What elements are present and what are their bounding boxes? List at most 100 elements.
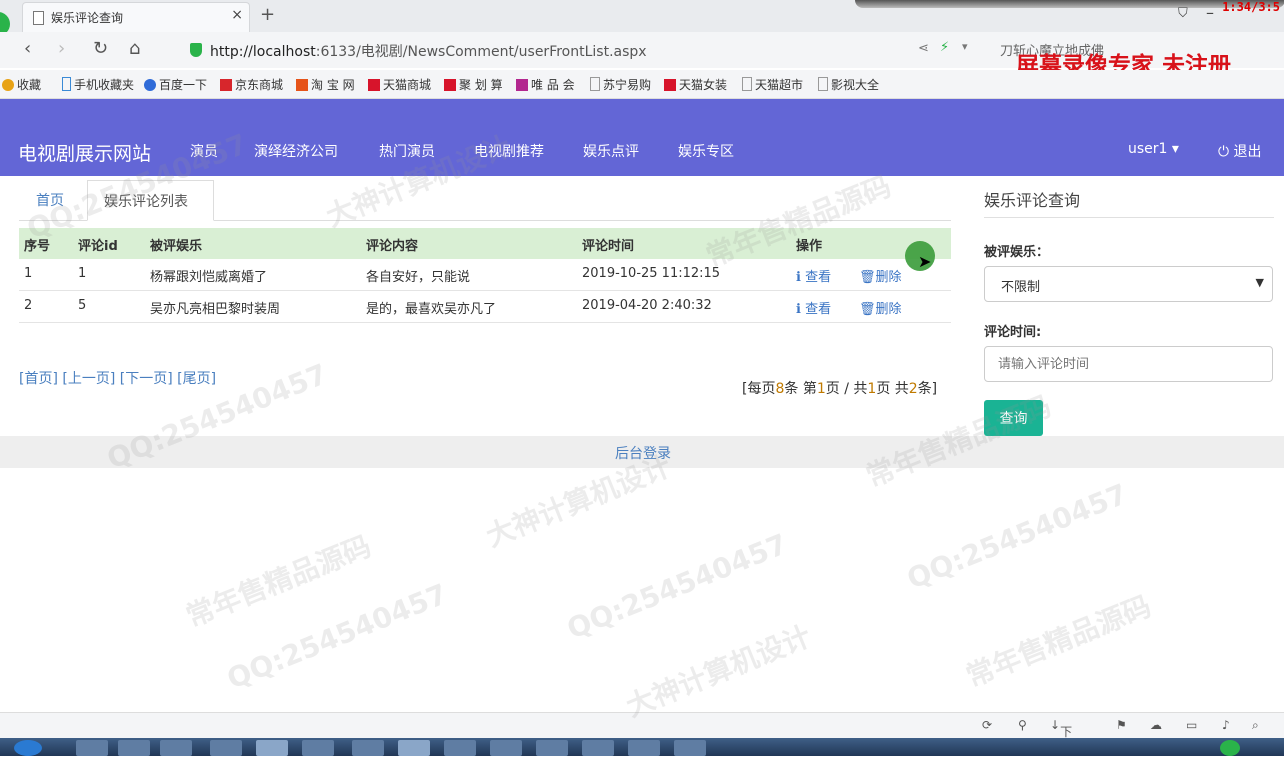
view-link[interactable]: ℹ 查看 [796, 266, 831, 285]
taskbar-app-5[interactable] [444, 740, 476, 756]
nav-ent-zone[interactable]: 娱乐专区 [678, 141, 734, 161]
user-menu[interactable]: user1 ▾ [1128, 141, 1179, 157]
chevron-down-icon: ▼ [1255, 276, 1264, 289]
taskbar-app-explorer[interactable] [118, 740, 150, 756]
delete-link[interactable]: 🗑删除 [859, 266, 902, 285]
bookmark-item[interactable]: 聚 划 算 [444, 76, 503, 93]
nav-agencies[interactable]: 演绎经济公司 [254, 141, 338, 161]
bookmark-item[interactable]: 收藏 [2, 76, 41, 93]
minimize-icon[interactable]: – [1206, 3, 1214, 22]
tab-close-icon[interactable]: × [231, 7, 243, 23]
pager: [首页] [上一页] [下一页] [尾页] [19, 368, 216, 388]
nav-hot-actors[interactable]: 热门演员 [379, 141, 435, 161]
bookmarks-bar: 收藏 手机收藏夹 百度一下 京东商城 淘 宝 网 天猫商城 聚 划 算 唯 品 … [0, 70, 1284, 99]
new-tab-button[interactable]: + [260, 4, 275, 25]
flag-icon[interactable]: ⚑ [1116, 718, 1127, 732]
taskbar-app-player[interactable] [160, 740, 192, 756]
juhuasuan-icon [444, 79, 456, 91]
taskbar-app-ie[interactable] [76, 740, 108, 756]
share-icon[interactable]: ⋖ [918, 41, 929, 56]
pager-first[interactable]: [首页] [19, 371, 58, 387]
home-icon[interactable]: ⌂ [129, 38, 140, 59]
pin-icon[interactable]: ⚲ [1018, 718, 1027, 732]
target-select[interactable]: 不限制 ▼ [984, 266, 1273, 302]
reload-icon[interactable]: ↻ [93, 38, 108, 59]
lightning-icon[interactable]: ⚡ [940, 40, 949, 55]
nav-tv-recommend[interactable]: 电视剧推荐 [474, 141, 544, 161]
taskbar-app-6[interactable] [490, 740, 522, 756]
taskbar-app-10[interactable] [674, 740, 706, 756]
cell-time: 2019-04-20 2:40:32 [582, 298, 712, 313]
chevron-down-icon[interactable]: ▾ [962, 40, 968, 53]
taskbar-app-7[interactable] [536, 740, 568, 756]
download-button[interactable]: ↓ 下载 [1050, 718, 1072, 756]
taskbar-app-1[interactable] [210, 740, 242, 756]
bookmark-item[interactable]: 唯 品 会 [516, 76, 575, 93]
nav-actors[interactable]: 演员 [190, 141, 218, 161]
tab-home[interactable]: 首页 [36, 190, 64, 210]
browser-status-bar: ⟳ ⚲ ↓ 下载 ⚑ ☁ ▭ ♪ ⌕ [0, 712, 1284, 756]
cloud-icon[interactable]: ☁ [1150, 718, 1162, 732]
watermark-text: 大神计算机设计 [621, 619, 816, 724]
cell-time: 2019-10-25 11:12:15 [582, 266, 721, 281]
taskbar-app-8[interactable] [582, 740, 614, 756]
col-time: 评论时间 [582, 239, 635, 254]
bookmark-item[interactable]: 京东商城 [220, 76, 283, 93]
speaker-icon[interactable]: ♪ [1222, 718, 1230, 732]
bookmark-item[interactable]: 天猫商城 [368, 76, 431, 93]
col-index: 序号 [24, 239, 51, 254]
window-icon[interactable]: ▭ [1186, 718, 1197, 732]
refresh-icon[interactable]: ⟳ [982, 718, 992, 732]
col-target: 被评娱乐 [150, 239, 203, 254]
logout-link[interactable]: ⏻ 退出 [1218, 141, 1262, 161]
back-button[interactable]: ‹ [24, 38, 31, 59]
address-bar[interactable]: http://localhost:6133/电视剧/NewsComment/us… [182, 37, 902, 63]
power-icon: ⏻ [1218, 144, 1230, 160]
browser-tab[interactable]: 娱乐评论查询 × [22, 2, 250, 32]
start-button[interactable] [14, 740, 42, 756]
bookmark-item[interactable]: 百度一下 [144, 76, 207, 93]
page-info: [每页8条 第1页 / 共1页 共2条] [742, 381, 938, 397]
admin-login-link[interactable]: 后台登录 [615, 443, 671, 463]
taskbar-app-4[interactable] [352, 740, 384, 756]
bookmark-item[interactable]: 手机收藏夹 [62, 76, 134, 93]
bookmark-item[interactable]: 淘 宝 网 [296, 76, 355, 93]
page-icon [742, 77, 752, 91]
query-button[interactable]: 查询 [984, 400, 1043, 436]
taskbar-app-browser[interactable] [398, 740, 430, 756]
tray-badge-icon[interactable] [1220, 740, 1240, 756]
taskbar-app-9[interactable] [628, 740, 660, 756]
pager-last[interactable]: [尾页] [177, 371, 216, 387]
tab-comment-list[interactable]: 娱乐评论列表 [87, 180, 214, 221]
watermark-text: QQ:254540457 [902, 477, 1132, 596]
forward-button[interactable]: › [58, 38, 65, 59]
view-link[interactable]: ℹ 查看 [796, 298, 831, 317]
taobao-icon [296, 79, 308, 91]
delete-link[interactable]: 🗑删除 [859, 298, 902, 317]
pager-next[interactable]: [下一页] [120, 371, 173, 387]
caret-down-icon: ▾ [1171, 141, 1179, 157]
bookmark-item[interactable]: 天猫女装 [664, 76, 727, 93]
nav-ent-review[interactable]: 娱乐点评 [583, 141, 639, 161]
url-path: :6133/电视剧/NewsComment/userFrontList.aspx [315, 44, 647, 60]
bookmark-item[interactable]: 苏宁易购 [590, 76, 651, 93]
pager-prev[interactable]: [上一页] [62, 371, 115, 387]
trash-icon: 🗑 [859, 302, 876, 317]
site-header [0, 99, 1284, 176]
star-icon [2, 79, 14, 91]
tmall-icon [368, 79, 380, 91]
info-icon: ℹ [796, 270, 801, 285]
site-brand[interactable]: 电视剧展示网站 [18, 139, 151, 166]
bookmark-item[interactable]: 影视大全 [818, 76, 879, 93]
os-taskbar [0, 738, 1284, 756]
table-row: 1 1 杨幂跟刘恺威离婚了 各自安好，只能说 2019-10-25 11:12:… [19, 259, 951, 291]
taskbar-app-3[interactable] [302, 740, 334, 756]
cell-index: 2 [24, 298, 33, 313]
zoom-icon[interactable]: ⌕ [1252, 718, 1259, 733]
bookmark-item[interactable]: 天猫超市 [742, 76, 803, 93]
cell-content: 是的，最喜欢吴亦凡了 [366, 302, 497, 317]
shirt-icon[interactable]: ⛉ [1178, 6, 1188, 21]
taskbar-app-2[interactable] [256, 740, 288, 756]
time-label: 评论时间: [984, 325, 1042, 340]
time-input[interactable] [984, 346, 1273, 382]
